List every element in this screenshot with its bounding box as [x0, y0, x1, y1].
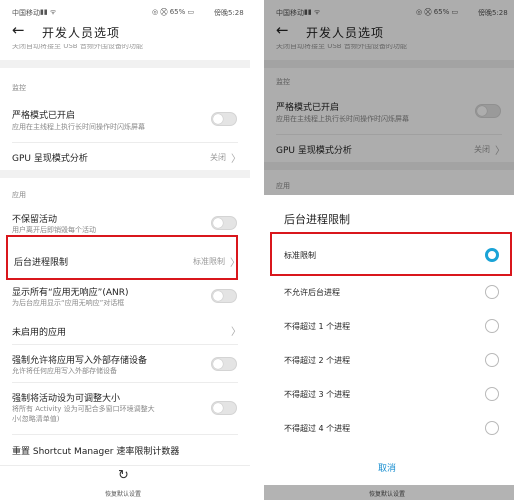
option-no-background[interactable]: 不允许后台进程: [264, 275, 514, 309]
restore-defaults-bar-dimmed: 恢复默认设置: [264, 485, 514, 500]
status-icons: ◎ ⛒ 65% ▭: [152, 8, 195, 16]
setting-subtitle: 应用在主线程上执行长时间操作时闪烁屏幕: [12, 123, 145, 131]
setting-title: 强制将活动设为可调整大小: [12, 394, 121, 404]
setting-show-all-anr[interactable]: 显示所有“应用无响应”(ANR) 为后台应用显示“应用无响应”对话框: [0, 281, 250, 315]
anr-toggle[interactable]: [211, 289, 237, 303]
divider: [0, 465, 250, 466]
setting-title: GPU 呈现模式分析: [12, 154, 88, 164]
setting-strict-mode[interactable]: 严格模式已开启 应用在主线程上执行长时间操作时闪烁屏幕: [0, 100, 250, 142]
restore-defaults-button[interactable]: ↻ 恢复默认设置: [90, 467, 160, 500]
setting-gpu-profile[interactable]: GPU 呈现模式分析 关闭 〉: [0, 143, 250, 169]
highlight-box: [6, 235, 238, 280]
setting-subtitle: 用户离开后即销毁每个活动: [12, 226, 96, 234]
setting-title: 重置 Shortcut Manager 速率限制计数器: [12, 447, 180, 457]
settings-screen-left: 中国移动 ▮▮ ᯤ ◎ ⛒ 65% ▭ 傍晚5:28 ← 开发人员选项 关闭自动…: [0, 0, 250, 500]
divider: [0, 170, 250, 178]
setting-title: 未启用的应用: [12, 328, 67, 338]
setting-title: 严格模式已开启: [12, 111, 76, 121]
setting-subtitle: 将所有 Activity 设为可配合多窗口环境调整大: [12, 405, 155, 413]
restore-label: 恢复默认设置: [369, 491, 406, 498]
setting-subtitle: 允许将任何应用写入外部存储设备: [12, 367, 117, 375]
cancel-button[interactable]: 取消: [378, 461, 396, 474]
force-resizable-toggle[interactable]: [211, 401, 237, 415]
status-time: 傍晚5:28: [214, 9, 244, 17]
radio-icon[interactable]: [485, 387, 499, 401]
dialog-title: 后台进程限制: [284, 213, 350, 226]
option-max-3[interactable]: 不得超过 3 个进程: [264, 377, 514, 411]
force-external-toggle[interactable]: [211, 357, 237, 371]
radio-icon[interactable]: [485, 353, 499, 367]
setting-title: 不保留活动: [12, 215, 58, 225]
arrow-left-icon[interactable]: ←: [12, 21, 25, 39]
chevron-right-icon: 〉: [231, 327, 241, 338]
option-max-2[interactable]: 不得超过 2 个进程: [264, 343, 514, 377]
divider: [0, 60, 250, 68]
option-max-1[interactable]: 不得超过 1 个进程: [264, 309, 514, 343]
status-carrier: 中国移动: [12, 9, 40, 17]
usb-audio-subtitle: 关闭自动将接至 USB 音频外围设备的功能: [12, 44, 143, 50]
radio-icon[interactable]: [485, 319, 499, 333]
setting-subtitle: 为后台应用显示“应用无响应”对话框: [12, 299, 125, 307]
option-label: 不得超过 4 个进程: [284, 424, 351, 433]
panel-gap: [250, 0, 264, 500]
highlight-box: [270, 232, 512, 276]
restore-label: 恢复默认设置: [105, 491, 142, 498]
dont-keep-toggle[interactable]: [211, 216, 237, 230]
option-label: 不得超过 1 个进程: [284, 322, 351, 331]
section-header-monitor: 监控: [12, 84, 26, 92]
setting-force-resizable[interactable]: 强制将活动设为可调整大小 将所有 Activity 设为可配合多窗口环境调整大 …: [0, 383, 250, 433]
setting-value: 关闭: [210, 153, 226, 162]
chevron-right-icon: 〉: [231, 154, 241, 165]
settings-screen-right: 中国移动 ▮▮ ᯤ ◎ ⛒ 65% ▭ 傍晚5:28 ← 开发人员选项 关闭自动…: [264, 0, 514, 500]
restore-icon: ↻: [118, 468, 129, 483]
setting-inactive-apps[interactable]: 未启用的应用 〉: [0, 316, 250, 344]
section-header-apps: 应用: [12, 191, 26, 199]
option-label: 不允许后台进程: [284, 288, 340, 297]
radio-icon[interactable]: [485, 421, 499, 435]
dialog-scrim[interactable]: [264, 0, 514, 195]
setting-reset-shortcut-manager[interactable]: 重置 Shortcut Manager 速率限制计数器: [0, 436, 250, 462]
background-limit-dialog: 后台进程限制 标准限制 不允许后台进程 不得超过 1 个进程 不得超过 2 个进…: [264, 195, 514, 485]
setting-title: 显示所有“应用无响应”(ANR): [12, 288, 129, 298]
setting-title: 强制允许将应用写入外部存储设备: [12, 356, 148, 366]
option-max-4[interactable]: 不得超过 4 个进程: [264, 411, 514, 445]
signal-icon: ▮▮ ᯤ: [40, 8, 57, 16]
page-title: 开发人员选项: [42, 26, 121, 40]
option-label: 不得超过 2 个进程: [284, 356, 351, 365]
divider: [12, 434, 238, 435]
strict-mode-toggle[interactable]: [211, 112, 237, 126]
setting-force-external-storage[interactable]: 强制允许将应用写入外部存储设备 允许将任何应用写入外部存储设备: [0, 345, 250, 381]
option-label: 不得超过 3 个进程: [284, 390, 351, 399]
radio-icon[interactable]: [485, 285, 499, 299]
setting-subtitle: 小(忽略清单值): [12, 415, 60, 423]
